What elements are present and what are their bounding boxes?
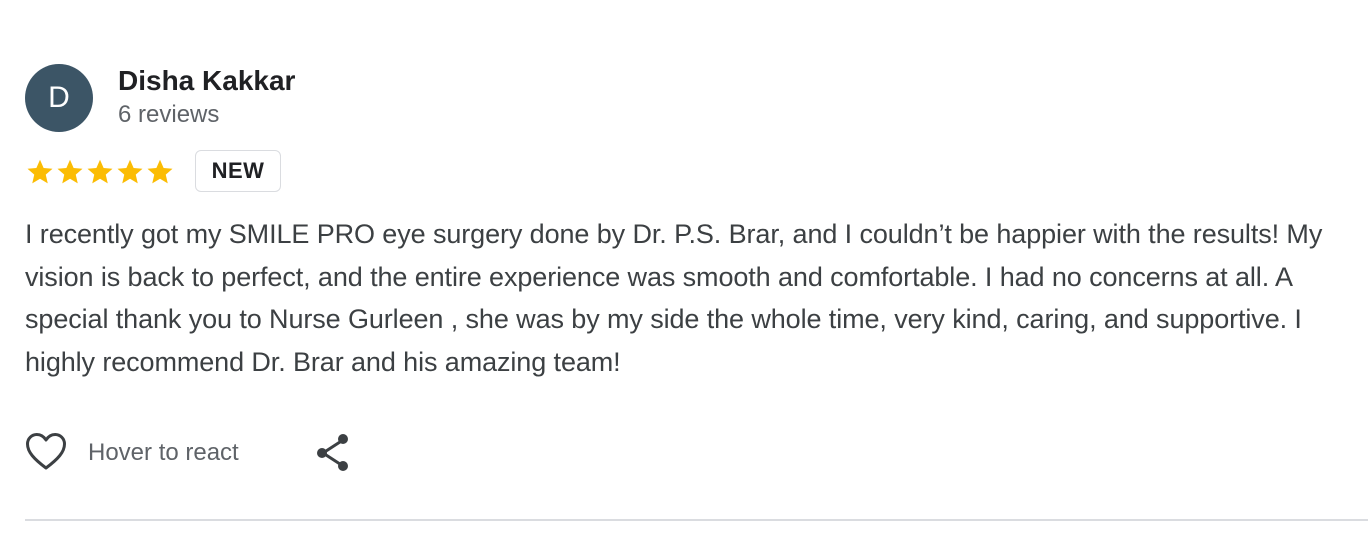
heart-outline-icon[interactable]	[25, 432, 67, 472]
divider	[25, 519, 1368, 521]
review-count[interactable]: 6 reviews	[118, 100, 219, 130]
star-icon	[117, 159, 143, 184]
reviewer-name[interactable]: Disha Kakkar	[118, 64, 295, 98]
review-card: D Disha Kakkar 6 reviews NEW I recently …	[25, 0, 1368, 533]
review-text: I recently got my SMILE PRO eye surgery …	[25, 219, 1323, 377]
star-icon	[147, 159, 173, 184]
reviewer-header: D Disha Kakkar 6 reviews	[25, 64, 625, 134]
star-rating	[25, 154, 175, 190]
react-label[interactable]: Hover to react	[88, 438, 239, 468]
avatar[interactable]: D	[25, 64, 93, 132]
star-icon	[87, 159, 113, 184]
review-actions: Hover to react	[25, 430, 525, 474]
star-icon	[27, 159, 53, 184]
star-icon	[57, 159, 83, 184]
rating-row: NEW	[25, 150, 425, 194]
new-badge: NEW	[195, 150, 281, 192]
share-icon[interactable]	[315, 432, 351, 472]
